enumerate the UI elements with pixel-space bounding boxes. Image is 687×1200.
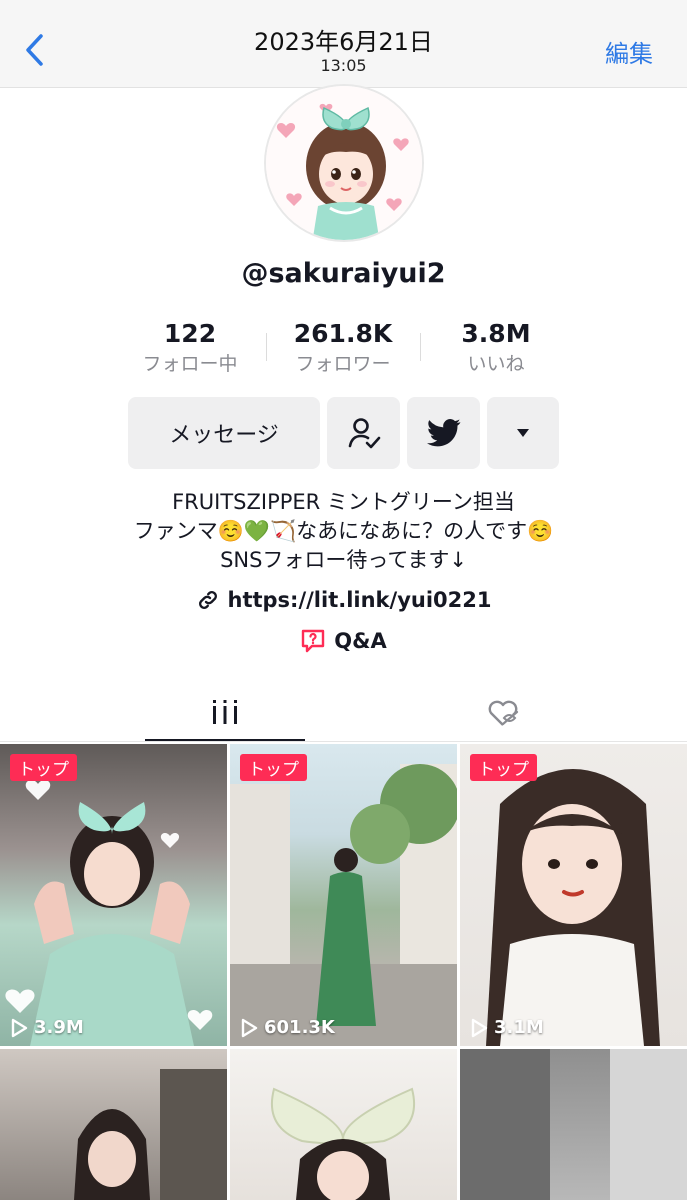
twitter-button[interactable] (407, 397, 480, 469)
stat-divider (266, 333, 267, 361)
profile-link[interactable]: https://lit.link/yui0221 (0, 588, 687, 612)
video-thumbnail (270, 1087, 416, 1200)
video-thumbnail (460, 1049, 687, 1200)
qa-label: Q&A (334, 629, 387, 653)
stat-followers-count: 261.8K (293, 319, 393, 348)
video-tile[interactable] (460, 1049, 687, 1200)
question-bubble-icon (302, 629, 325, 653)
stat-following-count: 122 (163, 319, 217, 348)
play-icon (11, 1018, 28, 1037)
stat-followers-label: フォロワー (295, 353, 391, 375)
bio-line: ファンマ☺️💚🏹なあになあに？の人です☺️ (133, 519, 554, 543)
avatar[interactable] (264, 84, 424, 242)
heart-hidden-icon (488, 700, 519, 726)
following-status-button[interactable] (327, 397, 400, 469)
header-date: 2023年6月21日 (254, 28, 433, 56)
play-icon (471, 1018, 488, 1037)
user-check-icon (348, 418, 380, 449)
edit-button[interactable]: 編集 (605, 34, 653, 69)
bio-line: SNSフォロー待ってます↓ (220, 548, 467, 572)
stat-likes[interactable]: 3.8M いいね (421, 318, 571, 378)
link-icon (198, 591, 217, 609)
stat-following[interactable]: 122 フォロー中 (115, 318, 265, 378)
stat-likes-count: 3.8M (461, 319, 531, 348)
tab-videos[interactable] (145, 684, 305, 742)
view-count: 3.9M (10, 1017, 84, 1038)
play-icon (241, 1018, 258, 1037)
avatar-illustration (266, 86, 422, 240)
video-thumbnail (230, 764, 457, 1046)
video-tile[interactable] (230, 1049, 457, 1200)
caret-down-icon (517, 429, 529, 437)
video-tile[interactable]: トップ 3.9M (0, 744, 227, 1046)
top-nav-bar: 2023年6月21日 13:05 編集 (0, 0, 687, 88)
profile-link-text: https://lit.link/yui0221 (227, 588, 492, 612)
username: @sakuraiyui2 (241, 258, 446, 289)
video-thumbnail (74, 1069, 227, 1200)
qa-button[interactable]: Q&A (0, 628, 687, 654)
video-thumbnail (486, 769, 660, 1046)
view-count: 601.3K (240, 1017, 335, 1038)
video-tile[interactable]: トップ 3.1M (460, 744, 687, 1046)
video-tile[interactable] (0, 1049, 227, 1200)
top-badge: トップ (470, 754, 537, 781)
header-time: 13:05 (320, 56, 367, 75)
stat-likes-label: いいね (467, 353, 525, 375)
tabs-divider (0, 741, 687, 742)
bio: FRUITSZIPPER ミントグリーン担当 ファンマ☺️💚🏹なあになあに？の人… (0, 488, 687, 575)
video-tile[interactable]: トップ 601.3K (230, 744, 457, 1046)
view-count-text: 3.1M (494, 1017, 544, 1038)
more-dropdown-button[interactable] (487, 397, 559, 469)
view-count-text: 601.3K (264, 1017, 335, 1038)
video-thumbnail (5, 779, 213, 1046)
stat-following-label: フォロー中 (142, 353, 238, 375)
twitter-icon (426, 419, 460, 447)
top-badge: トップ (240, 754, 307, 781)
message-button[interactable]: メッセージ (128, 397, 320, 469)
tab-liked[interactable] (423, 684, 583, 742)
bio-line: FRUITSZIPPER ミントグリーン担当 (172, 490, 515, 514)
grid-bars-icon (213, 699, 237, 724)
top-badge: トップ (10, 754, 77, 781)
view-count-text: 3.9M (34, 1017, 84, 1038)
stat-followers[interactable]: 261.8K フォロワー (268, 318, 418, 378)
view-count: 3.1M (470, 1017, 544, 1038)
